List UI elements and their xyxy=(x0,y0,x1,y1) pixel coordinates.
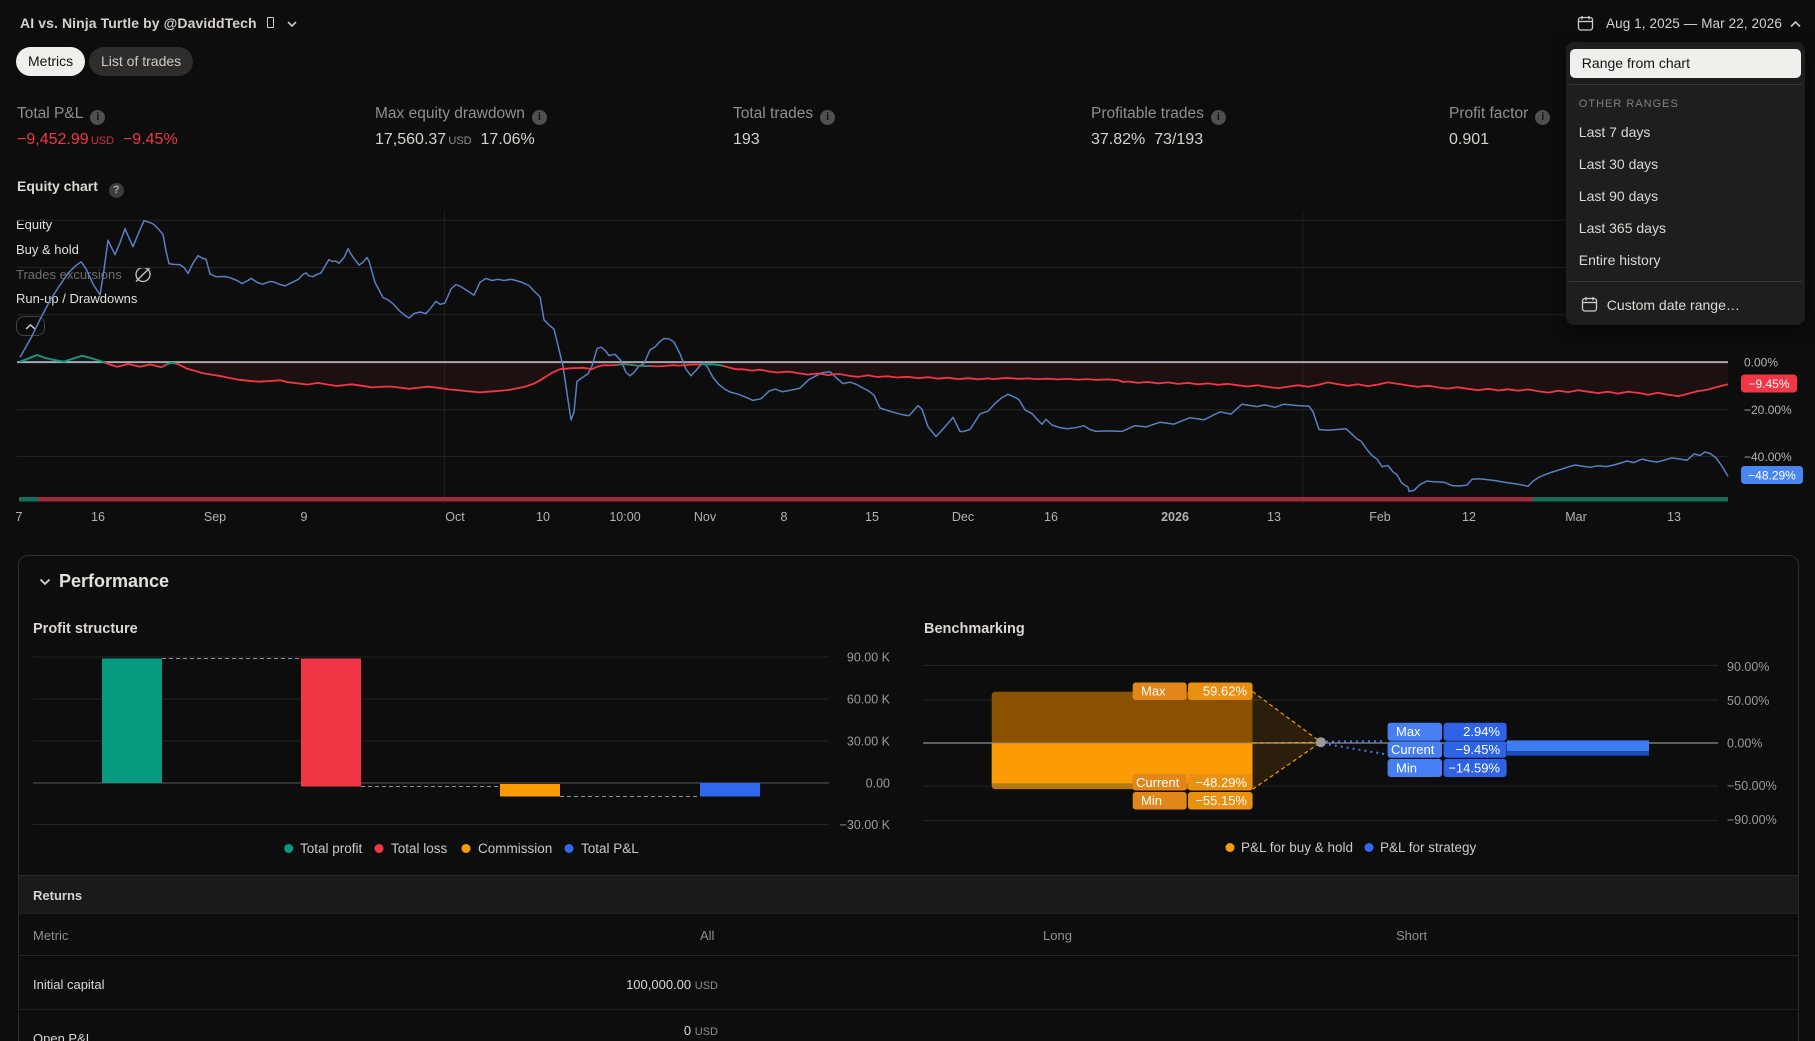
svg-text:−9.45%: −9.45% xyxy=(1456,742,1501,757)
svg-text:−14.59%: −14.59% xyxy=(1448,761,1500,776)
svg-text:13: 13 xyxy=(1267,510,1281,524)
svg-text:Total P&L: Total P&L xyxy=(581,841,639,856)
svg-text:P&L for buy & hold: P&L for buy & hold xyxy=(1241,840,1353,855)
svg-text:−48.29%: −48.29% xyxy=(1748,468,1796,482)
svg-text:Total loss: Total loss xyxy=(391,841,448,856)
svg-text:2026: 2026 xyxy=(1161,510,1189,524)
svg-text:−9.45%: −9.45% xyxy=(1748,377,1789,391)
svg-text:Feb: Feb xyxy=(1369,510,1391,524)
svg-text:10:00: 10:00 xyxy=(609,510,640,524)
svg-text:7: 7 xyxy=(16,510,23,524)
svg-text:−20.00%: −20.00% xyxy=(1744,403,1792,417)
svg-text:30.00 K: 30.00 K xyxy=(847,735,891,749)
svg-text:Sep: Sep xyxy=(204,510,226,524)
svg-text:8: 8 xyxy=(781,510,788,524)
svg-text:Min: Min xyxy=(1396,761,1417,776)
svg-text:Current: Current xyxy=(1391,742,1435,757)
svg-text:Commission: Commission xyxy=(478,841,552,856)
svg-text:−55.15%: −55.15% xyxy=(1195,793,1247,808)
svg-text:Min: Min xyxy=(1141,793,1162,808)
svg-text:−90.00%: −90.00% xyxy=(1727,813,1777,827)
svg-text:Dec: Dec xyxy=(952,510,974,524)
svg-text:50.00%: 50.00% xyxy=(1727,694,1769,708)
svg-text:60.00 K: 60.00 K xyxy=(847,693,891,707)
svg-text:Current: Current xyxy=(1136,775,1180,790)
svg-text:P&L for strategy: P&L for strategy xyxy=(1380,840,1477,855)
svg-text:−48.29%: −48.29% xyxy=(1195,775,1247,790)
svg-text:90.00%: 90.00% xyxy=(1727,660,1769,674)
svg-text:12: 12 xyxy=(1462,510,1476,524)
svg-text:15: 15 xyxy=(865,510,879,524)
svg-text:0.00%: 0.00% xyxy=(1727,737,1762,751)
svg-text:Max: Max xyxy=(1396,724,1421,739)
svg-text:90.00 K: 90.00 K xyxy=(847,651,891,665)
svg-text:−30.00 K: −30.00 K xyxy=(840,818,891,832)
svg-text:Oct: Oct xyxy=(445,510,465,524)
svg-text:2.94%: 2.94% xyxy=(1463,724,1500,739)
svg-text:16: 16 xyxy=(91,510,105,524)
svg-text:Max: Max xyxy=(1141,684,1166,699)
svg-text:16: 16 xyxy=(1044,510,1058,524)
svg-text:−40.00%: −40.00% xyxy=(1744,450,1792,464)
svg-text:0.00%: 0.00% xyxy=(1744,355,1778,369)
svg-text:Mar: Mar xyxy=(1565,510,1587,524)
svg-text:13: 13 xyxy=(1667,510,1681,524)
svg-text:Nov: Nov xyxy=(694,510,717,524)
svg-text:0.00: 0.00 xyxy=(866,777,890,791)
svg-text:−50.00%: −50.00% xyxy=(1727,779,1777,793)
svg-text:10: 10 xyxy=(536,510,550,524)
svg-text:59.62%: 59.62% xyxy=(1203,684,1248,699)
svg-text:9: 9 xyxy=(301,510,308,524)
svg-text:Total profit: Total profit xyxy=(300,841,363,856)
